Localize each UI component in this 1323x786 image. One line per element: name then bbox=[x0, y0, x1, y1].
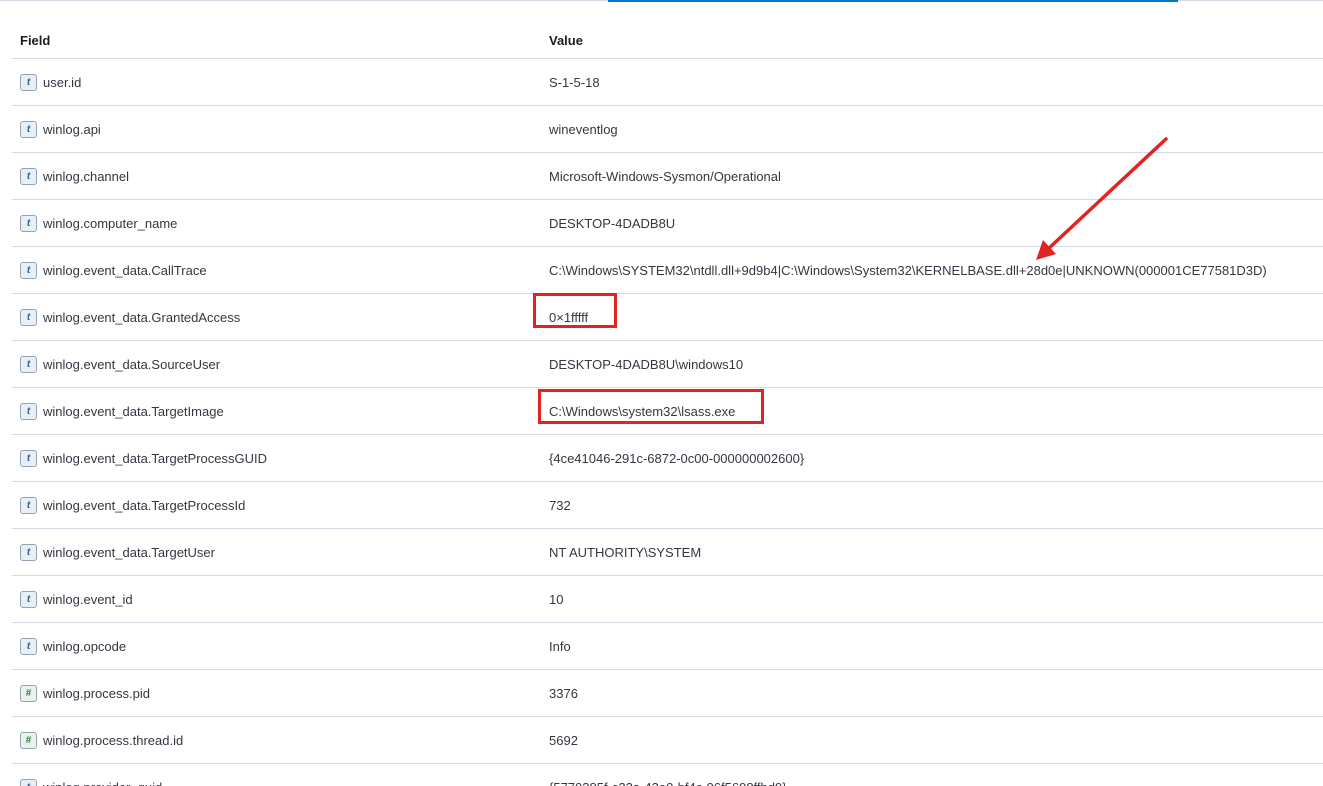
field-value: 10 bbox=[549, 591, 564, 607]
table-row[interactable]: t winlog.provider_guid {5770385f-c22a-43e0… bbox=[12, 764, 1323, 786]
field-cell: t winlog.event_data.TargetUser bbox=[20, 529, 215, 575]
field-value: DESKTOP-4DADB8U\windows10 bbox=[549, 356, 744, 372]
field-name: winlog.process.pid bbox=[43, 685, 150, 701]
field-cell: # winlog.process.thread.id bbox=[20, 717, 183, 763]
field-name: winlog.computer_name bbox=[43, 215, 178, 231]
table-row[interactable]: t winlog.event_id 10 bbox=[12, 576, 1323, 623]
field-value: NT AUTHORITY\SYSTEM bbox=[549, 544, 702, 560]
text-type-icon: t bbox=[20, 590, 37, 608]
field-name: winlog.process.thread.id bbox=[43, 732, 184, 748]
table-row[interactable]: t winlog.opcode Info bbox=[12, 623, 1323, 670]
table-row[interactable]: t winlog.event_data.GrantedAccess 0×1fffff bbox=[12, 294, 1323, 341]
field-value: {4ce41046-291c-6872-0c00-000000002600} bbox=[549, 450, 805, 466]
table-row[interactable]: t winlog.event_data.TargetUser NT AUTHORIT… bbox=[12, 529, 1323, 576]
field-cell: t winlog.opcode bbox=[20, 623, 126, 669]
document-fields-view: Field Value t user.id S-1-5-18 t winlog.api w… bbox=[0, 0, 1323, 786]
field-name: user.id bbox=[43, 74, 82, 90]
highlight-box-granted-access bbox=[533, 293, 617, 328]
text-type-icon: t bbox=[20, 73, 37, 91]
field-value: 732 bbox=[549, 497, 571, 513]
text-type-icon: t bbox=[20, 496, 37, 514]
active-tab-indicator bbox=[608, 0, 1178, 2]
field-value: C:\Windows\SYSTEM32\ntdll.dll+9d9b4|C:\W… bbox=[549, 262, 1267, 278]
field-name: winlog.event_data.TargetProcessGUID bbox=[43, 450, 268, 466]
field-value: S-1-5-18 bbox=[549, 74, 600, 90]
field-value: Info bbox=[549, 638, 571, 654]
field-name: winlog.opcode bbox=[43, 638, 127, 654]
table-row[interactable]: # winlog.process.thread.id 5692 bbox=[12, 717, 1323, 764]
field-name: winlog.event_data.SourceUser bbox=[43, 356, 221, 372]
field-name: winlog.event_data.CallTrace bbox=[43, 262, 207, 278]
field-value: 5692 bbox=[549, 732, 578, 748]
table-row[interactable]: t winlog.event_data.TargetProcessId 732 bbox=[12, 482, 1323, 529]
text-type-icon: t bbox=[20, 402, 37, 420]
field-cell: t winlog.event_data.TargetImage bbox=[20, 388, 224, 434]
field-cell: t winlog.event_data.GrantedAccess bbox=[20, 294, 240, 340]
text-type-icon: t bbox=[20, 120, 37, 138]
field-cell: t winlog.event_data.SourceUser bbox=[20, 341, 220, 387]
number-type-icon: # bbox=[20, 731, 37, 749]
column-header-field[interactable]: Field bbox=[20, 33, 50, 48]
table-header: Field Value bbox=[12, 20, 1323, 59]
field-cell: t winlog.event_data.CallTrace bbox=[20, 247, 207, 293]
field-cell: t winlog.channel bbox=[20, 153, 129, 199]
field-value: DESKTOP-4DADB8U bbox=[549, 215, 676, 231]
field-cell: t winlog.provider_guid bbox=[20, 764, 162, 786]
text-type-icon: t bbox=[20, 543, 37, 561]
field-cell: t winlog.event_data.TargetProcessGUID bbox=[20, 435, 267, 481]
table-row[interactable]: t winlog.computer_name DESKTOP-4DADB8U bbox=[12, 200, 1323, 247]
table-row[interactable]: t winlog.event_data.TargetProcessGUID {4ce… bbox=[12, 435, 1323, 482]
field-name: winlog.api bbox=[43, 121, 101, 137]
field-name: winlog.provider_guid bbox=[43, 780, 162, 786]
field-name: winlog.channel bbox=[43, 168, 130, 184]
field-name: winlog.event_data.GrantedAccess bbox=[43, 309, 241, 325]
field-name: winlog.event_id bbox=[43, 591, 133, 607]
field-cell: t winlog.event_data.TargetProcessId bbox=[20, 482, 245, 528]
field-name: winlog.event_data.TargetUser bbox=[43, 544, 215, 560]
number-type-icon: # bbox=[20, 684, 37, 702]
table-row[interactable]: t winlog.event_data.SourceUser DESKTOP-4DA… bbox=[12, 341, 1323, 388]
highlight-box-target-image bbox=[538, 389, 764, 424]
table-row[interactable]: t winlog.api wineventlog bbox=[12, 106, 1323, 153]
field-value: Microsoft-Windows-Sysmon/Operational bbox=[549, 168, 781, 184]
text-type-icon: t bbox=[20, 167, 37, 185]
field-value: {5770385f-c22a-43e0-bf4c-06f5698ffbd9} bbox=[549, 764, 787, 786]
field-cell: t winlog.computer_name bbox=[20, 200, 177, 246]
text-type-icon: t bbox=[20, 308, 37, 326]
text-type-icon: t bbox=[20, 214, 37, 232]
field-cell: # winlog.process.pid bbox=[20, 670, 150, 716]
field-name: winlog.event_data.TargetImage bbox=[43, 403, 224, 419]
field-name: winlog.event_data.TargetProcessId bbox=[43, 497, 246, 513]
text-type-icon: t bbox=[20, 355, 37, 373]
field-cell: t user.id bbox=[20, 59, 81, 105]
table-row[interactable]: t winlog.event_data.CallTrace C:\Windows\S… bbox=[12, 247, 1323, 294]
field-cell: t winlog.api bbox=[20, 106, 101, 152]
text-type-icon: t bbox=[20, 637, 37, 655]
table-row[interactable]: # winlog.process.pid 3376 bbox=[12, 670, 1323, 717]
text-type-icon: t bbox=[20, 449, 37, 467]
table-row[interactable]: t winlog.channel Microsoft-Windows-Sysmon/… bbox=[12, 153, 1323, 200]
field-value: 3376 bbox=[549, 685, 578, 701]
field-cell: t winlog.event_id bbox=[20, 576, 133, 622]
column-header-value[interactable]: Value bbox=[549, 33, 583, 48]
table-row[interactable]: t user.id S-1-5-18 bbox=[12, 59, 1323, 106]
text-type-icon: t bbox=[20, 261, 37, 279]
field-value: wineventlog bbox=[549, 121, 618, 137]
text-type-icon: t bbox=[20, 778, 37, 786]
